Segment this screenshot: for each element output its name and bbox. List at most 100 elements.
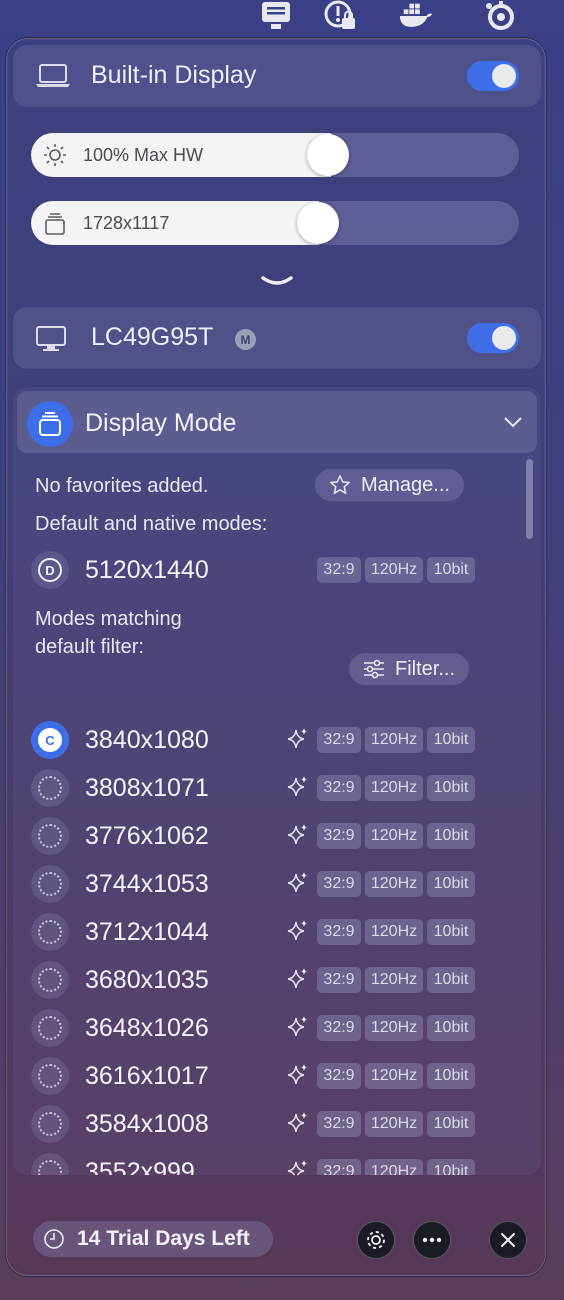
resolution-slider[interactable]: 1728x1117 (31, 201, 519, 245)
sparkle-icon (287, 775, 309, 804)
display-settings-icon[interactable] (258, 0, 294, 32)
sparkle-icon (287, 967, 309, 996)
mode-resolution: 3712x1044 (85, 918, 209, 946)
mode-radio-ring (38, 776, 62, 800)
depth-tag: 10bit (427, 919, 475, 945)
manage-label: Manage... (361, 473, 450, 496)
star-icon (330, 475, 350, 494)
mode-radio-ring (38, 968, 62, 992)
display-mode-title: Display Mode (85, 409, 237, 437)
filter-button[interactable]: Filter... (349, 653, 470, 685)
settings-button[interactable] (357, 1221, 395, 1259)
mode-resolution: 5120x1440 (85, 556, 209, 584)
mode-radio-ring (38, 1016, 62, 1040)
aspect-tag: 32:9 (317, 871, 361, 897)
matching-label-line1: Modes matching (35, 608, 182, 630)
mode-row[interactable]: 3712x1044 32:9 120Hz 10bit (13, 909, 541, 957)
sparkle-icon (287, 1111, 309, 1140)
refresh-tag: 120Hz (365, 1159, 423, 1175)
refresh-tag: 120Hz (365, 557, 423, 583)
mode-resolution: 3584x1008 (85, 1110, 209, 1138)
sparkle-icon (287, 1063, 309, 1092)
mode-radio[interactable]: D (31, 551, 69, 589)
brightness-slider-thumb[interactable] (307, 134, 349, 176)
mode-resolution: 3680x1035 (85, 966, 209, 994)
alert-lock-icon[interactable] (322, 0, 358, 32)
sun-icon (43, 144, 67, 171)
external-display-name: LC49G95T (91, 323, 214, 351)
mode-row[interactable]: 3680x1035 32:9 120Hz 10bit (13, 957, 541, 1005)
brightness-slider[interactable]: 100% Max HW (31, 133, 519, 177)
external-display-toggle[interactable] (467, 323, 519, 353)
builtin-display-name: Built-in Display (91, 61, 257, 89)
mode-radio[interactable] (31, 769, 69, 807)
sparkle-icon (287, 1015, 309, 1044)
mode-row[interactable]: 3616x1017 32:9 120Hz 10bit (13, 1053, 541, 1101)
builtin-display-card: Built-in Display (13, 45, 541, 107)
trial-days-badge[interactable]: 14 Trial Days Left (33, 1221, 273, 1257)
close-button[interactable] (489, 1221, 527, 1259)
collapse-chevron-icon[interactable] (503, 415, 523, 433)
mode-list-scrollbar[interactable] (526, 459, 533, 539)
mode-radio-ring (38, 824, 62, 848)
mode-row[interactable]: 3552x999 32:9 120Hz 10bit (13, 1149, 541, 1175)
sparkle-icon (287, 727, 309, 756)
expand-chevron-icon[interactable] (261, 275, 293, 293)
laptop-icon (35, 63, 71, 94)
mode-resolution: 3616x1017 (85, 1062, 209, 1090)
more-options-button[interactable] (413, 1221, 451, 1259)
mode-radio[interactable] (31, 961, 69, 999)
aspect-tag: 32:9 (317, 823, 361, 849)
mode-radio[interactable] (31, 1153, 69, 1175)
display-mode-header[interactable]: Display Mode (17, 391, 537, 453)
mode-row[interactable]: C 3840x1080 32:9 120Hz 10bit (13, 717, 541, 765)
refresh-tag: 120Hz (365, 1063, 423, 1089)
mode-row-default[interactable]: D 5120x1440 32:9 120Hz 10bit (13, 547, 541, 595)
main-display-badge: M (235, 329, 256, 350)
manage-favorites-button[interactable]: Manage... (315, 469, 464, 501)
mode-row[interactable]: 3648x1026 32:9 120Hz 10bit (13, 1005, 541, 1053)
sparkle-icon (287, 1159, 309, 1175)
mode-radio[interactable] (31, 1057, 69, 1095)
aspect-tag: 32:9 (317, 1063, 361, 1089)
depth-tag: 10bit (427, 871, 475, 897)
refresh-tag: 120Hz (365, 1015, 423, 1041)
refresh-tag: 120Hz (365, 823, 423, 849)
refresh-tag: 120Hz (365, 775, 423, 801)
mode-resolution: 3648x1026 (85, 1014, 209, 1042)
mode-row[interactable]: 3808x1071 32:9 120Hz 10bit (13, 765, 541, 813)
display-mode-section: Display Mode No favorites added. Manage.… (13, 387, 541, 1175)
steelseries-icon[interactable] (482, 0, 518, 32)
settings-gear-icon (367, 1231, 385, 1249)
depth-tag: 10bit (427, 1111, 475, 1137)
trial-days-label: 14 Trial Days Left (77, 1227, 250, 1250)
depth-tag: 10bit (427, 1063, 475, 1089)
docker-whale-icon[interactable] (398, 0, 434, 32)
mode-radio[interactable] (31, 1009, 69, 1047)
mode-row[interactable]: 3776x1062 32:9 120Hz 10bit (13, 813, 541, 861)
mode-radio[interactable] (31, 1105, 69, 1143)
mode-radio[interactable] (31, 865, 69, 903)
mode-row[interactable]: 3744x1053 32:9 120Hz 10bit (13, 861, 541, 909)
no-favorites-text: No favorites added. (35, 475, 209, 497)
mode-radio[interactable]: C (31, 721, 69, 759)
aspect-tag: 32:9 (317, 557, 361, 583)
depth-tag: 10bit (427, 727, 475, 753)
builtin-display-toggle[interactable] (467, 61, 519, 91)
resolution-slider-thumb[interactable] (297, 202, 339, 244)
mode-radio[interactable] (31, 913, 69, 951)
sparkle-icon (287, 871, 309, 900)
matching-label: Modes matching default filter: (35, 605, 182, 661)
display-control-panel: Built-in Display 100% Max HW 1728x1117 L… (6, 38, 546, 1276)
external-display-card: LC49G95T M (13, 307, 541, 369)
aspect-tag: 32:9 (317, 775, 361, 801)
mode-radio[interactable] (31, 817, 69, 855)
depth-tag: 10bit (427, 967, 475, 993)
filter-sliders-icon (364, 659, 384, 679)
filter-label: Filter... (395, 657, 456, 680)
display-mode-icon (27, 401, 73, 447)
brightness-label: 100% Max HW (83, 145, 204, 165)
mode-row[interactable]: 3584x1008 32:9 120Hz 10bit (13, 1101, 541, 1149)
mode-type-letter: D (38, 558, 62, 582)
mode-radio-ring (38, 920, 62, 944)
